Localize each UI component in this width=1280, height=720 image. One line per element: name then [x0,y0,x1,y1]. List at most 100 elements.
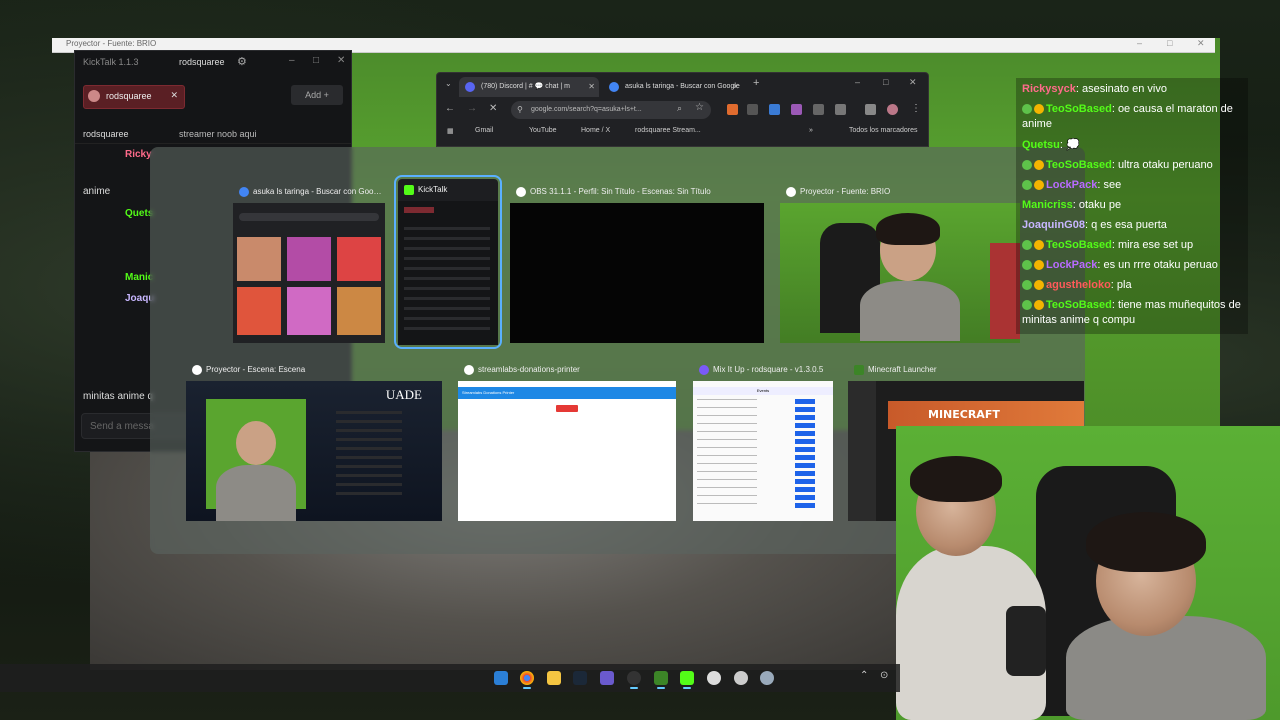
chat-message: Quetsu: 💭 [1022,138,1248,153]
card-title: OBS 31.1.1 - Perfil: Sin Título - Escena… [530,187,711,196]
app-arrow-icon[interactable] [600,671,614,685]
minimize-icon[interactable]: – [289,55,295,66]
extension-icon[interactable] [835,104,846,115]
switcher-card-chrome[interactable]: asuka ls taringa - Buscar con Googl... [233,181,385,343]
person-left-hair [910,456,1002,502]
channel-chip[interactable]: rodsquaree ✕ [83,85,185,109]
forward-icon[interactable]: → [467,103,477,114]
card-title: Proyector - Fuente: BRIO [800,187,891,196]
more-menu-icon[interactable]: ⋮ [911,103,921,114]
extensions-menu-icon[interactable] [865,104,876,115]
tab-label: (780) Discord | # 💬 chat | m [481,83,570,90]
card-thumbnail [780,203,1020,343]
extension-icon[interactable] [769,104,780,115]
subscriber-badge-icon [1022,160,1032,171]
back-icon[interactable]: ← [445,103,455,114]
card-thumbnail [233,203,385,343]
switcher-card-mixitup[interactable]: Mix It Up - rodsquare - v1.3.0.5 Events [693,359,833,521]
chat-message: TeoSoBased: oe causa el maraton de anime [1022,102,1248,132]
chat-fragment: anime [83,186,111,197]
new-tab-icon[interactable]: + [753,77,759,89]
card-thumbnail: Events [693,381,833,521]
tab-label: asuka ls taringa - Buscar con Google [625,83,740,90]
tab-search-icon[interactable]: ⌄ [445,79,452,88]
chat-message: agustheloko: pla [1022,278,1248,293]
chat-username: TeoSoBased [1046,159,1112,171]
tab-google-search[interactable]: asuka ls taringa - Buscar con Google ✕ [603,77,743,97]
minecraft-banner: MINECRAFT [888,401,1084,429]
add-label: Add [305,90,322,100]
app-circle-icon[interactable] [707,671,721,685]
microphone [1006,606,1046,676]
chat-text: see [1103,179,1122,191]
chrome-icon[interactable] [520,671,534,689]
gift-badge-icon [1034,160,1044,171]
minecraft-icon[interactable] [654,671,668,689]
chat-message: Manicriss: otaku pe [1022,198,1248,213]
kicktalk-current-user[interactable]: rodsquaree [179,57,225,67]
kicktalk-app-title: KickTalk 1.1.3 [83,57,139,67]
minimize-icon[interactable]: – [1137,38,1142,48]
site-info-icon[interactable]: ⚲ [517,101,523,119]
chat-username: Quetsu [1022,139,1060,151]
windows-start-icon[interactable] [494,671,508,685]
extension-icon[interactable] [747,104,758,115]
chat-message: TeoSoBased: tiene mas muñequitos de mini… [1022,298,1248,328]
maximize-icon[interactable]: □ [313,55,319,66]
bookmark-x[interactable]: Home / X [581,127,610,134]
close-icon[interactable]: ✕ [170,90,178,101]
card-title: asuka ls taringa - Buscar con Googl... [253,187,385,196]
close-icon[interactable]: ✕ [588,77,595,97]
zoom-icon[interactable]: ⌕ [677,103,682,114]
uade-sign: UADE [385,387,422,402]
chat-username: agustheloko [1046,279,1111,291]
add-channel-button[interactable]: Add + [291,85,343,105]
steam-icon[interactable] [573,671,587,685]
switcher-card-kicktalk[interactable]: KickTalk [394,175,502,349]
stop-icon[interactable]: ✕ [489,103,497,114]
obs-icon[interactable] [627,671,641,689]
switcher-card-projector-brio[interactable]: Proyector - Fuente: BRIO [780,181,1020,343]
apps-grid-icon[interactable]: ▦ [447,127,454,135]
app-circle-icon[interactable] [734,671,748,685]
extension-icon[interactable] [791,104,802,115]
close-icon[interactable]: ✕ [732,77,739,97]
maximize-icon[interactable]: □ [883,77,888,87]
extension-icon[interactable] [813,104,824,115]
chat-username: Rickysyck [1022,83,1076,95]
bookmark-gmail[interactable]: Gmail [475,127,493,134]
chat-text: mira ese set up [1117,239,1194,251]
gift-badge-icon [1034,260,1044,271]
extension-icon[interactable] [727,104,738,115]
discord-icon [465,82,475,92]
bookmark-all[interactable]: Todos los marcadores [849,127,917,134]
bookmark-youtube[interactable]: YouTube [529,127,557,134]
bookmark-star-icon[interactable]: ☆ [695,102,704,113]
maximize-icon[interactable]: □ [1167,38,1172,48]
tab-discord[interactable]: (780) Discord | # 💬 chat | m ✕ [459,77,599,97]
subscriber-badge-icon [1022,240,1032,251]
minimize-icon[interactable]: – [855,77,860,87]
channel-chip-label: rodsquaree [106,91,152,101]
chevron-up-icon[interactable]: ⌃ [860,670,868,681]
close-icon[interactable]: ✕ [909,77,917,88]
chevron-right-icon[interactable]: » [809,127,813,134]
chrome-window: ⌄ (780) Discord | # 💬 chat | m ✕ asuka l… [436,72,929,147]
kick-icon[interactable] [680,671,694,689]
switcher-card-donations-printer[interactable]: streamlabs-donations-printer Streamlabs … [458,359,676,521]
url-text: google.com/search?q=asuka+ls+t... [531,106,642,113]
app-circle-icon[interactable] [760,671,774,685]
close-icon[interactable]: ✕ [1197,38,1205,49]
tray-icon[interactable]: ⊙ [880,670,888,681]
bookmark-rodsquaree-stream[interactable]: rodsquaree Stream... [635,127,701,134]
switcher-card-obs[interactable]: OBS 31.1.1 - Perfil: Sin Título - Escena… [510,181,764,343]
profile-avatar[interactable] [887,104,898,115]
switcher-card-projector-escena[interactable]: Proyector - Escena: Escena UADE [186,359,442,521]
close-icon[interactable]: ✕ [337,55,345,66]
card-thumbnail: UADE [186,381,442,521]
chat-message: TeoSoBased: ultra otaku peruano [1022,158,1248,173]
file-explorer-icon[interactable] [547,671,561,685]
gear-icon[interactable]: ⚙ [237,55,247,68]
chat-text: ultra otaku peruano [1117,159,1213,171]
card-thumbnail [398,201,498,345]
